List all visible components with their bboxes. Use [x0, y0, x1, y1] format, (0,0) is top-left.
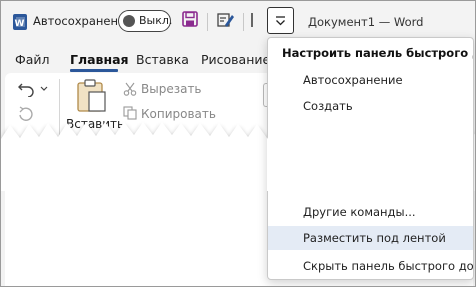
- menu-item-more-commands[interactable]: Другие команды...: [268, 200, 473, 224]
- word-window: W Автосохранение Выкл. Документ1 — Word …: [0, 0, 476, 287]
- toggle-knob: [123, 15, 135, 27]
- copy-icon: [123, 106, 137, 120]
- menu-item-hide-qat[interactable]: Скрыть панель быстрого доступа: [268, 254, 473, 278]
- clipboard-icon[interactable]: [75, 79, 107, 113]
- autosave-state: Выкл.: [139, 14, 173, 27]
- svg-text:W: W: [15, 19, 25, 29]
- tab-file[interactable]: Файл: [15, 52, 50, 67]
- menu-torn-edge: [267, 122, 473, 191]
- save-icon[interactable]: [182, 11, 198, 27]
- qat-separator: [207, 13, 208, 31]
- menu-item-label: Скрыть панель быстрого доступа: [303, 259, 474, 273]
- active-tab-indicator: [70, 69, 118, 72]
- word-logo-icon: W: [13, 14, 27, 30]
- autosave-toggle[interactable]: Выкл.: [118, 10, 173, 32]
- cut-label[interactable]: Вырезать: [141, 82, 202, 96]
- customize-qat-button[interactable]: [267, 7, 294, 34]
- tab-insert[interactable]: Вставка: [136, 52, 189, 67]
- scissors-icon: [123, 82, 137, 96]
- menu-item-label: Создать: [303, 99, 353, 113]
- menu-item-label: Автосохранение: [303, 73, 403, 87]
- menu-item-autosave[interactable]: Автосохранение: [268, 68, 473, 92]
- menu-title: Настроить панель быстрого доступа: [282, 46, 473, 60]
- qat-separator: [243, 13, 244, 31]
- edit-document-icon[interactable]: [217, 11, 235, 29]
- menu-item-label: Разместить под лентой: [303, 231, 446, 245]
- menu-item-create[interactable]: Создать: [268, 94, 473, 118]
- drag-handle-icon: [251, 13, 253, 27]
- undo-icon[interactable]: [17, 81, 35, 97]
- tab-home[interactable]: Главная: [70, 52, 129, 67]
- chevron-down-icon[interactable]: [39, 85, 49, 93]
- document-title: Документ1 — Word: [308, 15, 424, 29]
- chevron-down-icon: [276, 16, 285, 26]
- tab-draw[interactable]: Рисование: [201, 52, 270, 67]
- menu-item-label: Другие команды...: [303, 205, 416, 219]
- menu-item-show-below-ribbon[interactable]: Разместить под лентой: [268, 226, 473, 250]
